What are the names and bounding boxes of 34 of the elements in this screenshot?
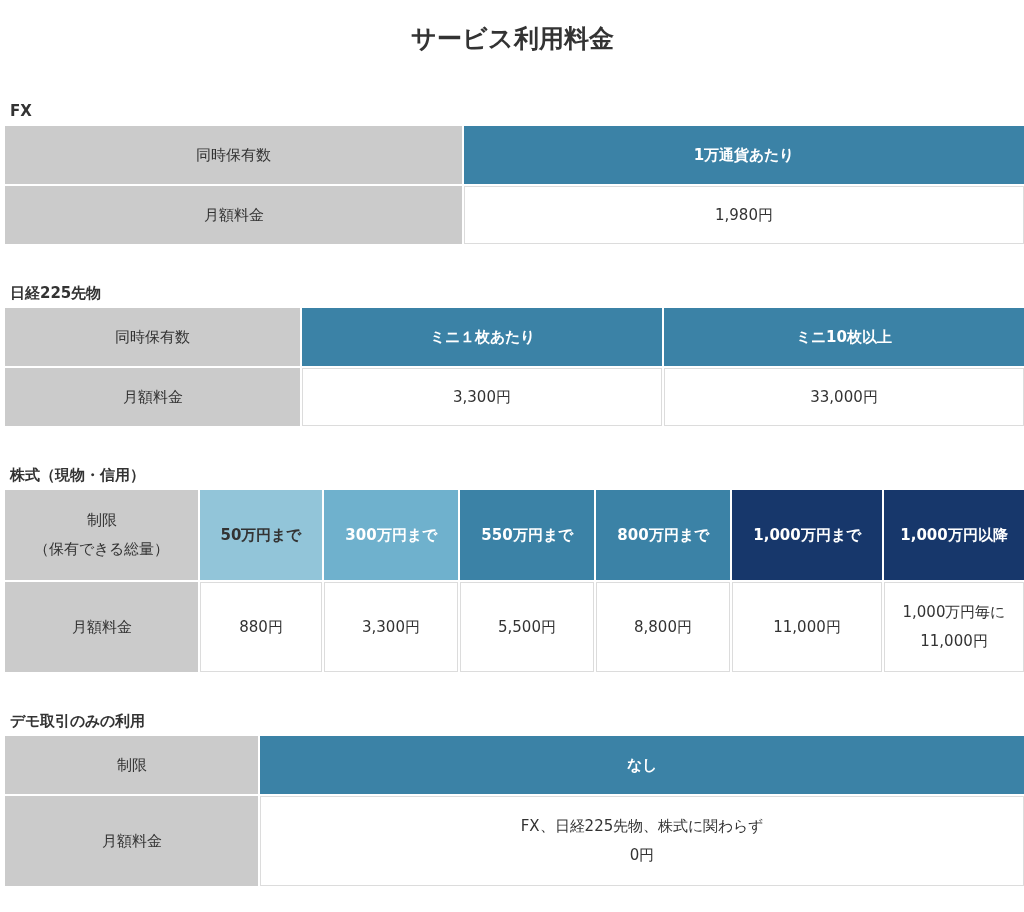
section-heading: 日経225先物 xyxy=(9,283,103,304)
column-header: ミニ１枚あたり xyxy=(302,308,662,366)
table-cell: 5,500円 xyxy=(460,582,594,672)
table-cell: FX、日経225先物、株式に関わらず 0円 xyxy=(260,796,1024,886)
row-label: 月額料金 xyxy=(5,368,300,426)
table-cell: 1,980円 xyxy=(464,186,1024,244)
table-cell: 3,300円 xyxy=(302,368,662,426)
table-cell: 33,000円 xyxy=(664,368,1024,426)
table-cell: 880円 xyxy=(200,582,322,672)
row-label: 制限 xyxy=(5,736,258,794)
section-heading: FX xyxy=(9,101,33,122)
column-header: 1,000万円以降 xyxy=(884,490,1024,580)
table-cell: 1,000万円毎に 11,000円 xyxy=(884,582,1024,672)
column-header: 1万通貨あたり xyxy=(464,126,1024,184)
table-cell: 11,000円 xyxy=(732,582,882,672)
row-label: （保有できる総量） xyxy=(34,539,169,560)
column-header: 800万円まで xyxy=(596,490,730,580)
row-label: 月額料金 xyxy=(5,796,258,886)
column-header: 1,000万円まで xyxy=(732,490,882,580)
row-label: 同時保有数 xyxy=(5,126,462,184)
column-header: なし xyxy=(260,736,1024,794)
column-header: 50万円まで xyxy=(200,490,322,580)
page-title: サービス利用料金 xyxy=(409,23,615,55)
table-cell: 3,300円 xyxy=(324,582,458,672)
row-label: 同時保有数 xyxy=(5,308,300,366)
section-heading: デモ取引のみの利用 xyxy=(9,711,146,732)
section-heading: 株式（現物・信用） xyxy=(8,465,146,486)
row-label: 制限 xyxy=(86,510,117,531)
row-label: 月額料金 xyxy=(5,582,198,672)
column-header: ミニ10枚以上 xyxy=(664,308,1024,366)
row-label: 月額料金 xyxy=(5,186,462,244)
column-header: 550万円まで xyxy=(460,490,594,580)
table-cell: 8,800円 xyxy=(596,582,730,672)
column-header: 300万円まで xyxy=(324,490,458,580)
